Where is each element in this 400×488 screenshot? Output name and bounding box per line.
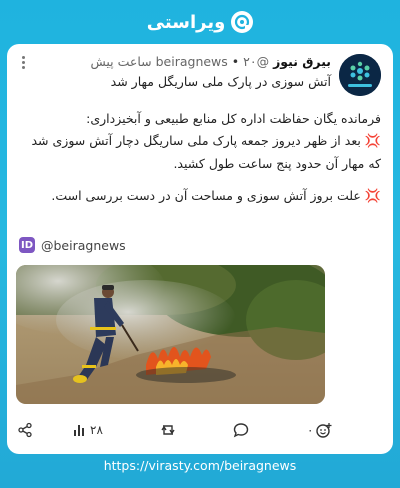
add-reaction-icon (316, 423, 332, 438)
more-options-icon[interactable] (21, 56, 27, 72)
like-button[interactable]: ۰ (307, 420, 332, 440)
post-image[interactable] (16, 265, 325, 404)
share-button[interactable] (17, 420, 33, 440)
brand-name: ویراستی (146, 11, 226, 33)
post-card: بیرق نیوز @beiragnews • ۲۰ ساعت پیش آتش … (7, 44, 393, 454)
views-count: ۲۸ (90, 423, 103, 437)
share-icon (18, 422, 32, 438)
mention-text[interactable]: @beiragnews (41, 238, 126, 253)
id-badge-icon: ID (19, 237, 35, 253)
post-summary: آتش سوزی در پارک ملی ساریگل مهار شد (110, 74, 331, 89)
post-body: فرمانده یگان حفاظت اداره کل منابع طبیعی … (21, 108, 381, 218)
repost-button[interactable] (159, 420, 177, 440)
profile-url[interactable]: https://virasty.com/beiragnews (0, 458, 400, 482)
paragraph-1-rest: بعد از ظهر دیروز جمعه پارک ملی ساریگل دچ… (31, 133, 381, 171)
like-count: ۰ (307, 423, 314, 437)
paragraph-1-lead: فرمانده یگان حفاظت اداره کل منابع طبیعی … (86, 111, 381, 126)
post-paragraph-1: فرمانده یگان حفاظت اداره کل منابع طبیعی … (21, 108, 381, 175)
app-header: ویراستی (0, 0, 400, 44)
author-name[interactable]: بیرق نیوز (273, 54, 331, 69)
meta-separator: • (231, 54, 240, 69)
action-bar: ۰ ۲۸ (7, 418, 393, 442)
repost-icon (161, 425, 175, 435)
anger-mark-icon: 💢 (364, 134, 381, 149)
views-indicator: ۲۸ (73, 420, 103, 440)
anger-mark-icon-2: 💢 (364, 189, 381, 204)
mention-link[interactable]: ID @beiragnews (19, 235, 126, 255)
comment-icon (233, 423, 249, 438)
views-chart-icon (74, 425, 84, 436)
avatar[interactable] (339, 54, 381, 96)
paragraph-2-text: علت بروز آتش سوزی و مساحت آن در دست بررس… (51, 188, 361, 203)
post-meta: بیرق نیوز @beiragnews • ۲۰ ساعت پیش (31, 54, 331, 72)
virasty-logo-icon (231, 11, 254, 33)
post-paragraph-2: 💢 علت بروز آتش سوزی و مساحت آن در دست بر… (21, 185, 381, 208)
comment-button[interactable] (233, 420, 249, 440)
